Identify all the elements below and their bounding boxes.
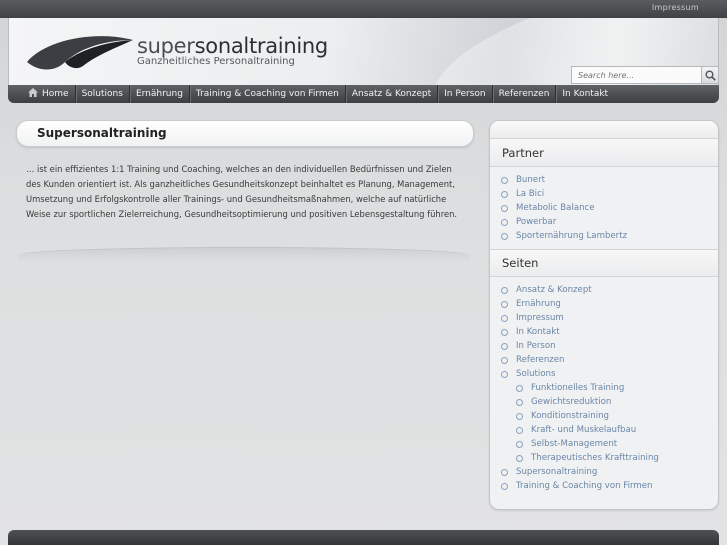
bullet-icon — [501, 176, 508, 184]
bullet-icon — [516, 398, 523, 406]
page-link[interactable]: Ernährung — [490, 297, 718, 311]
top-bar: Impressum — [0, 0, 727, 18]
page-sublink[interactable]: Kraft- und Muskelaufbau — [490, 423, 718, 437]
link-label: Training & Coaching von Firmen — [516, 481, 653, 491]
bullet-icon — [501, 232, 508, 240]
page-sublink[interactable]: Konditionstraining — [490, 409, 718, 423]
link-label: Kraft- und Muskelaufbau — [531, 425, 637, 435]
nav-item-ernaehrung[interactable]: Ernährung — [130, 85, 190, 103]
link-label: Konditionstraining — [531, 411, 609, 421]
page-link[interactable]: In Kontakt — [490, 325, 718, 339]
sidebar-top-strip — [490, 121, 718, 139]
partner-list: Bunert La Bici Metabolic Balance Powerba… — [490, 167, 718, 249]
bullet-icon — [501, 300, 508, 308]
page-sublink[interactable]: Selbst-Management — [490, 437, 718, 451]
nav-item-label: Home — [42, 89, 69, 99]
sidebar-heading-seiten: Seiten — [490, 249, 718, 277]
logo-subtitle: Ganzheitliches Personaltraining — [137, 56, 295, 67]
bullet-icon — [501, 218, 508, 226]
partner-link[interactable]: Bunert — [490, 173, 718, 187]
nav-item-solutions[interactable]: Solutions — [76, 85, 130, 103]
partner-link[interactable]: Sporternährung Lambertz — [490, 229, 718, 243]
bullet-icon — [516, 440, 523, 448]
bullet-icon — [501, 482, 508, 490]
main-nav: Home Solutions Ernährung Training & Coac… — [8, 85, 719, 103]
link-label: Ansatz & Konzept — [516, 285, 592, 295]
link-label: In Person — [516, 341, 556, 351]
logo-text-light: super — [137, 34, 195, 58]
bullet-icon — [516, 384, 523, 392]
bullet-icon — [501, 468, 508, 476]
search-box — [571, 66, 719, 84]
bullet-icon — [501, 286, 508, 294]
page-link[interactable]: Supersonaltraining — [490, 465, 718, 479]
link-label: Gewichtsreduktion — [531, 397, 612, 407]
nav-item-in-person[interactable]: In Person — [438, 85, 493, 103]
bullet-icon — [501, 342, 508, 350]
seiten-list: Ansatz & Konzept Ernährung Impressum In … — [490, 277, 718, 499]
partner-link[interactable]: Metabolic Balance — [490, 201, 718, 215]
link-label: In Kontakt — [516, 327, 560, 337]
link-label: Referenzen — [516, 355, 565, 365]
nav-item-home[interactable]: Home — [22, 85, 76, 103]
page-link[interactable]: Impressum — [490, 311, 718, 325]
page-sublink[interactable]: Funktionelles Training — [490, 381, 718, 395]
bullet-icon — [501, 328, 508, 336]
page-sublink[interactable]: Therapeutisches Krafttraining — [490, 451, 718, 465]
nav-item-ansatz-konzept[interactable]: Ansatz & Konzept — [346, 85, 439, 103]
page-link[interactable]: Training & Coaching von Firmen — [490, 479, 718, 493]
bullet-icon — [516, 412, 523, 420]
bullet-icon — [501, 190, 508, 198]
bullet-icon — [501, 356, 508, 364]
logo-text-strong: sonaltraining — [194, 34, 329, 58]
search-input[interactable] — [571, 66, 701, 84]
site-footer — [8, 530, 719, 545]
page-link[interactable]: Referenzen — [490, 353, 718, 367]
sidebar: Partner Bunert La Bici Metabolic Balance… — [489, 120, 719, 510]
link-label: La Bici — [516, 189, 545, 199]
nav-item-in-kontakt[interactable]: In Kontakt — [556, 85, 614, 103]
search-icon — [705, 70, 716, 81]
bullet-icon — [516, 426, 523, 434]
home-icon — [28, 88, 38, 100]
partner-link[interactable]: Powerbar — [490, 215, 718, 229]
top-impressum-link[interactable]: Impressum — [652, 3, 699, 12]
logo-text[interactable]: supersonaltraining — [137, 34, 328, 58]
sidebar-heading-partner: Partner — [490, 139, 718, 167]
link-label: Bunert — [516, 175, 545, 185]
link-label: Supersonaltraining — [516, 467, 598, 477]
link-label: Solutions — [516, 369, 556, 379]
bullet-icon — [501, 314, 508, 322]
bullet-icon — [501, 370, 508, 378]
link-label: Therapeutisches Krafttraining — [531, 453, 659, 463]
nav-item-referenzen[interactable]: Referenzen — [493, 85, 557, 103]
search-button[interactable] — [701, 66, 719, 84]
page-link[interactable]: Solutions — [490, 367, 718, 381]
partner-link[interactable]: La Bici — [490, 187, 718, 201]
bullet-icon — [516, 454, 523, 462]
link-label: Impressum — [516, 313, 564, 323]
logo-swoosh-icon[interactable] — [25, 32, 137, 80]
link-label: Funktionelles Training — [531, 383, 625, 393]
main-content-text: … ist ein effizientes 1:1 Training und C… — [26, 164, 458, 219]
link-label: Ernährung — [516, 299, 561, 309]
link-label: Metabolic Balance — [516, 203, 595, 213]
content-divider — [18, 247, 470, 261]
page-title-box: Supersonaltraining — [16, 120, 474, 147]
page-link[interactable]: In Person — [490, 339, 718, 353]
bullet-icon — [501, 204, 508, 212]
nav-item-training-coaching[interactable]: Training & Coaching von Firmen — [190, 85, 346, 103]
link-label: Sporternährung Lambertz — [516, 231, 628, 241]
link-label: Selbst-Management — [531, 439, 618, 449]
page-link[interactable]: Ansatz & Konzept — [490, 283, 718, 297]
page-sublink[interactable]: Gewichtsreduktion — [490, 395, 718, 409]
link-label: Powerbar — [516, 217, 557, 227]
page-title: Supersonaltraining — [37, 126, 167, 140]
